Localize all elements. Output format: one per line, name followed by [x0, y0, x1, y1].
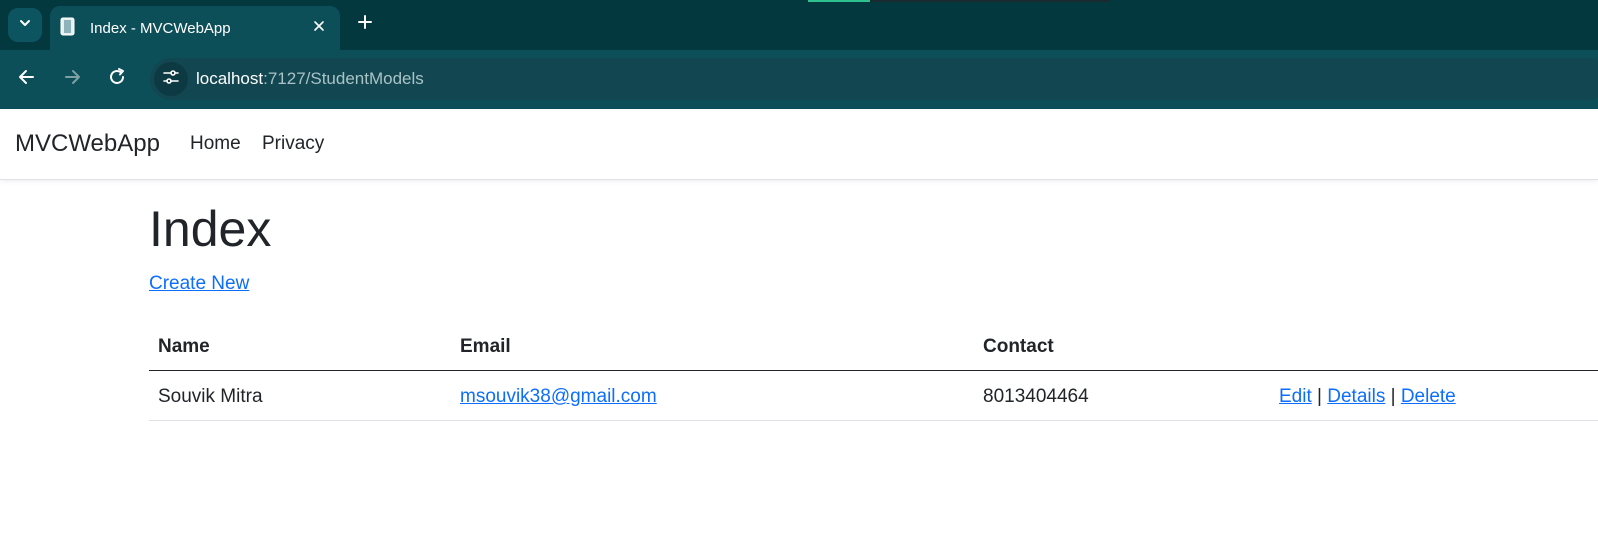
nav-link-privacy[interactable]: Privacy — [262, 133, 324, 155]
browser-tab-active[interactable]: Index - MVCWebApp — [50, 6, 340, 50]
nav-link-home[interactable]: Home — [190, 133, 241, 155]
site-settings-icon — [162, 69, 180, 90]
close-icon[interactable] — [310, 17, 328, 35]
action-separator: | — [1390, 386, 1396, 407]
browser-tab-strip: Index - MVCWebApp — [0, 0, 1598, 50]
back-arrow-icon — [17, 67, 37, 92]
details-link[interactable]: Details — [1327, 386, 1385, 407]
create-new-link[interactable]: Create New — [149, 273, 249, 295]
url-path: :7127/StudentModels — [263, 69, 424, 88]
back-button[interactable] — [12, 64, 42, 94]
site-info-button[interactable] — [154, 62, 188, 96]
cell-contact: 8013404464 — [983, 386, 1089, 407]
new-tab-button[interactable] — [352, 11, 378, 37]
edit-link[interactable]: Edit — [1279, 386, 1312, 407]
url-text[interactable]: localhost:7127/StudentModels — [196, 69, 424, 89]
tab-search-button[interactable] — [8, 8, 42, 42]
action-separator: | — [1317, 386, 1322, 407]
forward-button[interactable] — [57, 64, 87, 94]
row-divider — [149, 420, 1598, 421]
column-header-contact: Contact — [983, 336, 1054, 357]
site-navbar: MVCWebApp Home Privacy — [0, 109, 1598, 180]
cell-email-link[interactable]: msouvik38@gmail.com — [460, 386, 657, 408]
reload-button[interactable] — [102, 64, 132, 94]
header-divider — [149, 370, 1598, 371]
delete-link[interactable]: Delete — [1401, 386, 1456, 407]
chevron-down-icon — [18, 16, 32, 35]
reload-icon — [107, 67, 127, 92]
column-header-email: Email — [460, 336, 511, 357]
loading-indicator — [808, 0, 1110, 2]
plus-icon — [357, 14, 373, 35]
tab-title: Index - MVCWebApp — [90, 20, 231, 37]
column-header-name: Name — [158, 336, 210, 357]
page-icon — [60, 17, 78, 37]
address-bar[interactable]: localhost:7127/StudentModels — [150, 58, 1598, 100]
forward-arrow-icon — [62, 67, 82, 92]
navbar-brand[interactable]: MVCWebApp — [15, 130, 160, 158]
browser-toolbar: localhost:7127/StudentModels — [0, 50, 1598, 109]
cell-name: Souvik Mitra — [158, 386, 263, 407]
url-host: localhost — [196, 69, 264, 88]
row-actions: Edit | Details | Delete — [1279, 386, 1456, 408]
page-title: Index — [149, 201, 272, 257]
